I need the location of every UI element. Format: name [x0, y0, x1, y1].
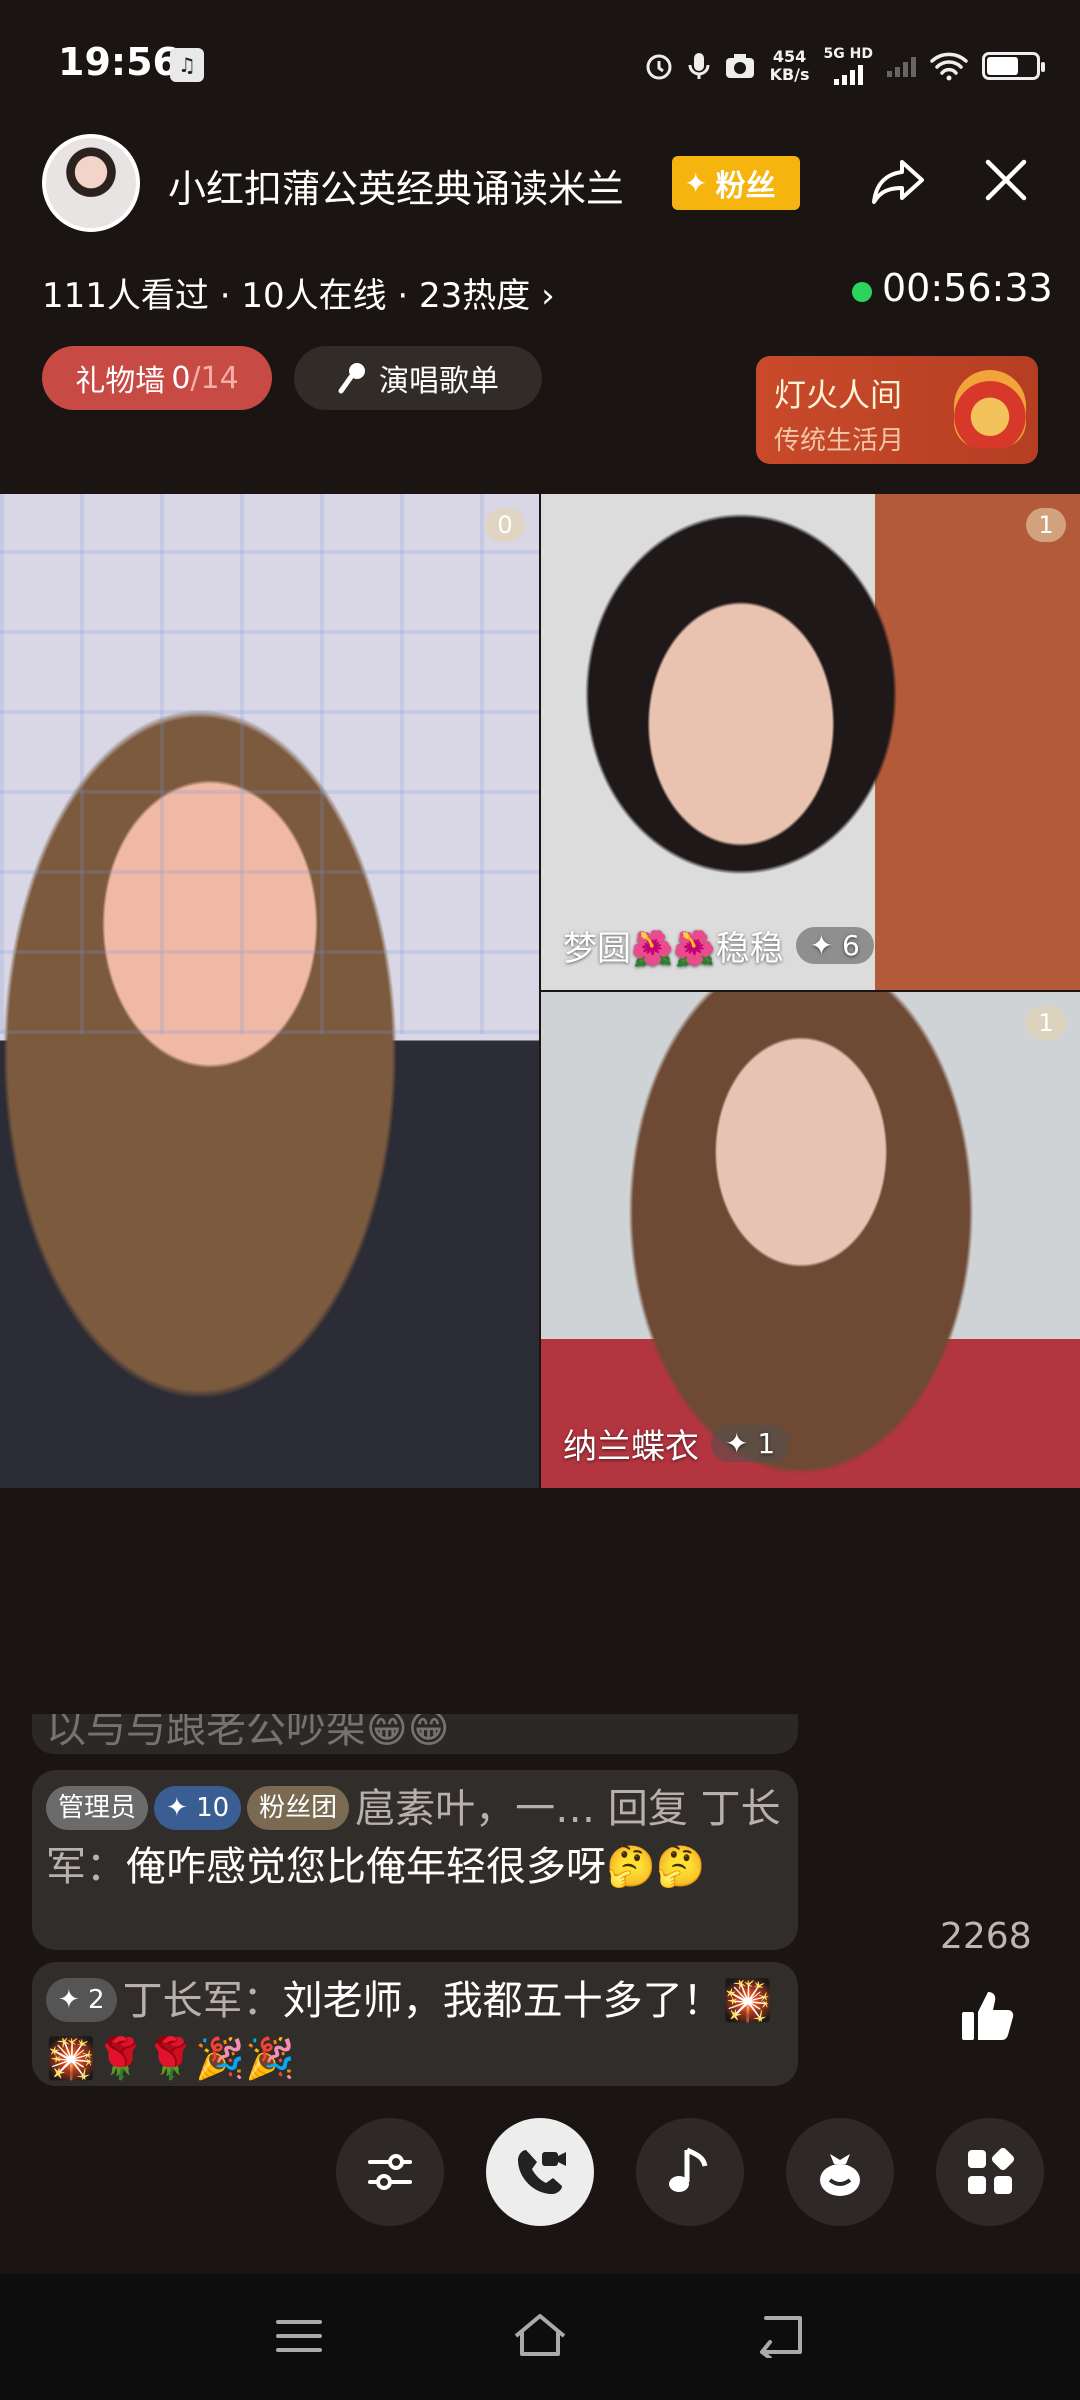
- microphone-icon: [338, 363, 365, 394]
- cellular-signal: 5G HD: [824, 47, 873, 85]
- guest-label: 纳兰蝶衣 ✦ 1: [563, 1419, 790, 1468]
- music-button[interactable]: [636, 2118, 744, 2226]
- gift-wall-label: 礼物墙: [75, 364, 166, 399]
- lion-dance-icon: [954, 370, 1026, 448]
- gift-button[interactable]: [786, 2118, 894, 2226]
- viewer-stats[interactable]: 111人看过 · 10人在线 · 23热度 ›: [42, 268, 555, 317]
- room-title[interactable]: 小红扣蒲公英经典诵读米兰: [168, 158, 624, 213]
- more-apps-button[interactable]: [936, 2118, 1044, 2226]
- back-icon[interactable]: [752, 2312, 808, 2358]
- fan-club-tag: 粉丝团: [247, 1786, 350, 1830]
- apps-grid-icon: [968, 2147, 1015, 2194]
- cellular-signal-2: [887, 55, 916, 77]
- guest-video-tile[interactable]: 1 纳兰蝶衣 ✦ 1: [541, 992, 1080, 1488]
- guest-level-badge: ✦ 6: [795, 927, 874, 964]
- chat-message[interactable]: 管理员 ✦ 10 粉丝团 扈素叶，一… 回复 丁长军：俺咋感觉您比俺年轻很多呀🤔🤔: [32, 1770, 798, 1950]
- status-time: 19:56: [58, 40, 179, 84]
- status-icons: 454 KB/s 5G HD: [644, 40, 1045, 92]
- chat-message-partial: 以与与跟老公吵架😁😁: [32, 1714, 798, 1754]
- promo-banner[interactable]: 灯火人间 传统生活月: [756, 356, 1038, 464]
- like-count: 2268: [940, 1916, 1032, 1957]
- guest-name: 纳兰蝶衣: [563, 1427, 699, 1467]
- admin-tag: 管理员: [46, 1786, 149, 1830]
- gift-bag-icon: [820, 2154, 860, 2196]
- chat-text: 以与与跟老公吵架😁😁: [46, 1714, 450, 1752]
- chat-username[interactable]: 丁长军：: [123, 1978, 283, 2024]
- guest-label: 梦圆🌺🌺稳稳 ✦ 6: [563, 921, 874, 970]
- home-icon[interactable]: [510, 2310, 570, 2360]
- seat-count-badge: 0: [485, 508, 525, 542]
- close-icon[interactable]: [980, 154, 1032, 206]
- star-icon: ✦: [684, 166, 708, 200]
- song-list-button[interactable]: 演唱歌单: [294, 346, 542, 410]
- host-avatar[interactable]: [42, 134, 140, 232]
- seat-count-badge: 1: [1026, 508, 1066, 542]
- chat-text: 俺咋感觉您比俺年轻很多呀🤔🤔: [126, 1844, 706, 1890]
- notification-app-icon: ♫: [170, 48, 204, 82]
- fan-club-button[interactable]: ✦ 粉丝: [672, 156, 800, 210]
- host-video-tile[interactable]: 0: [0, 494, 539, 1488]
- alarm-icon: [646, 54, 672, 80]
- video-call-icon: [518, 2150, 566, 2194]
- level-tag: ✦ 10: [154, 1786, 242, 1830]
- background-pattern: [0, 494, 539, 1034]
- share-icon[interactable]: [868, 150, 928, 210]
- net-speed: 454 KB/s: [769, 47, 810, 84]
- guest-video-tile[interactable]: 1 梦圆🌺🌺稳稳 ✦ 6: [541, 494, 1080, 990]
- microphone-icon: [688, 53, 710, 79]
- live-indicator: [852, 282, 872, 302]
- guest-name: 梦圆🌺🌺稳稳: [563, 929, 784, 969]
- camera-icon: [725, 54, 754, 78]
- gift-wall-button[interactable]: 礼物墙 0 /14: [42, 346, 272, 410]
- settings-button[interactable]: [336, 2118, 444, 2226]
- live-timer: 00:56:33: [882, 266, 1053, 310]
- menu-icon[interactable]: [274, 2316, 324, 2356]
- gift-wall-total: /14: [190, 360, 239, 396]
- gift-wall-count: 0: [171, 360, 191, 396]
- sliders-icon: [368, 2154, 412, 2190]
- guest-level-badge: ✦ 1: [711, 1425, 790, 1462]
- chat-message[interactable]: ✦ 2 丁长军：刘老师，我都五十多了！🎇🎇🌹🌹🎉🎉: [32, 1962, 798, 2086]
- music-note-icon: [669, 2147, 708, 2192]
- thumbs-up-icon[interactable]: [960, 1990, 1016, 2042]
- seat-count-badge: 1: [1026, 1006, 1066, 1040]
- level-tag: ✦ 2: [46, 1978, 117, 2022]
- battery-icon: [982, 52, 1045, 80]
- video-call-button[interactable]: [486, 2118, 594, 2226]
- wifi-icon: [930, 52, 968, 81]
- song-list-label: 演唱歌单: [379, 364, 499, 399]
- fan-club-label: 粉丝: [715, 169, 776, 204]
